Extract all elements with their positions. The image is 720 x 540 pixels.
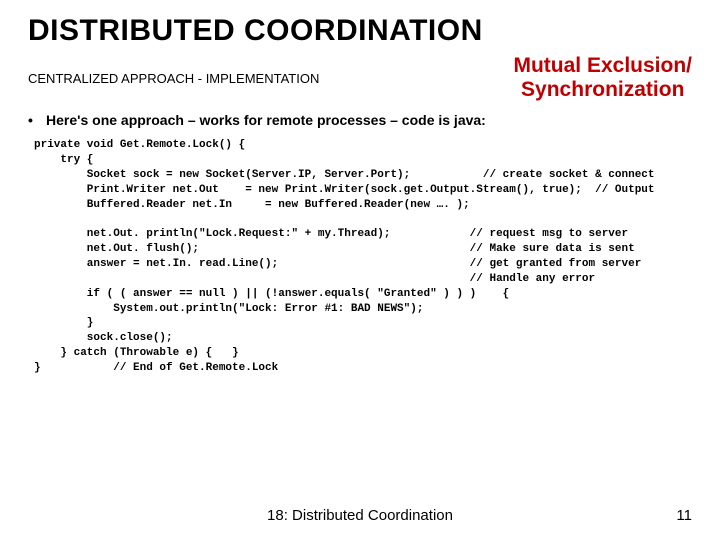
footer-center: 18: Distributed Coordination [0,507,720,524]
bullet-text: Here's one approach – works for remote p… [46,112,486,128]
topic-line-1: Mutual Exclusion/ [513,54,692,77]
slide-title: DISTRIBUTED COORDINATION [28,14,692,48]
bullet-dot: • [28,112,46,128]
code-block: private void Get.Remote.Lock() { try { S… [34,138,692,376]
topic-line-2: Synchronization [521,78,684,101]
bullet-line: •Here's one approach – works for remote … [28,112,692,128]
header-row: CENTRALIZED APPROACH - IMPLEMENTATION Mu… [28,54,692,102]
footer: 18: Distributed Coordination 11 [0,507,720,524]
slide-subtitle: CENTRALIZED APPROACH - IMPLEMENTATION [28,71,319,86]
slide-topic: Mutual Exclusion/ Synchronization [513,54,692,102]
